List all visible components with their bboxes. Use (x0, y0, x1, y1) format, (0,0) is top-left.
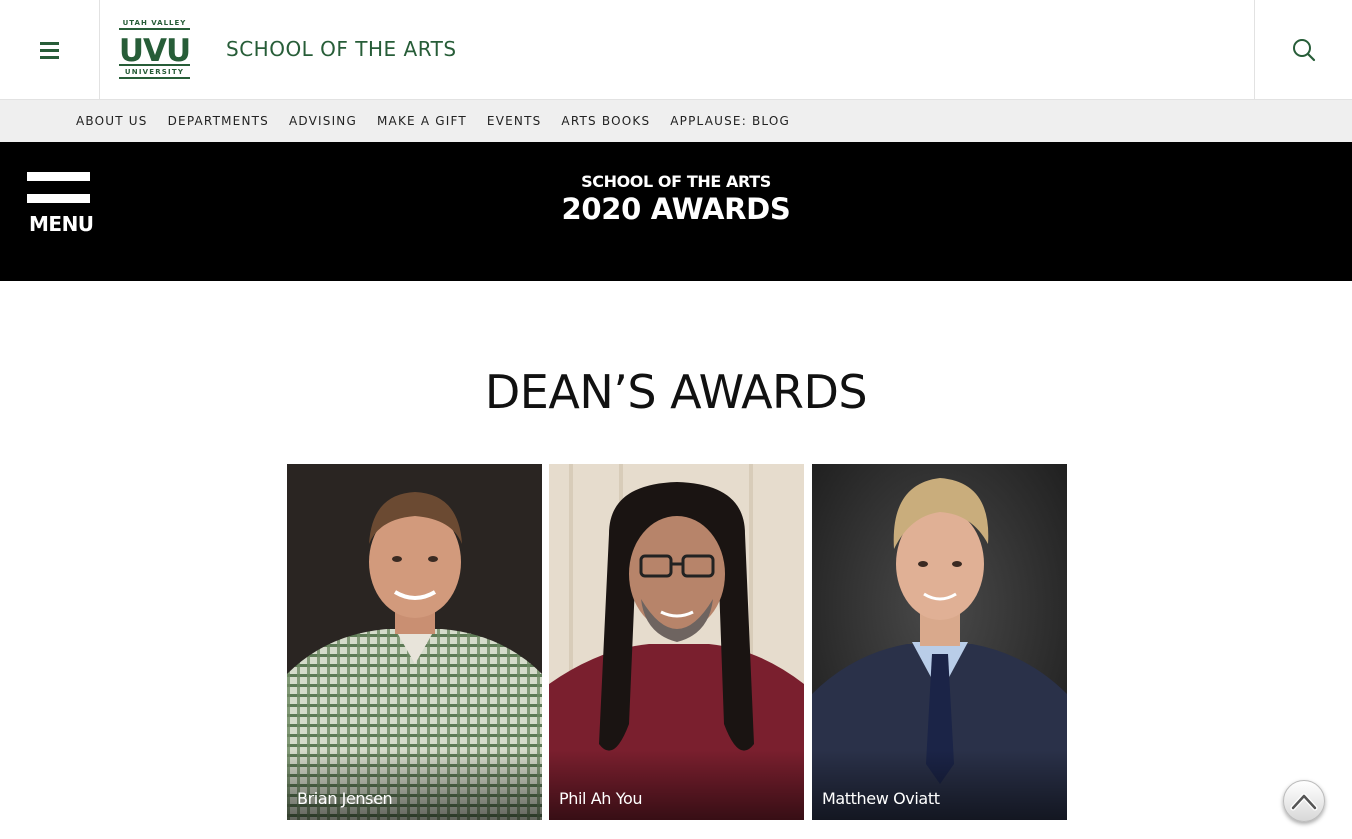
caption-shade (812, 750, 1067, 820)
nav-item-arts-books[interactable]: ARTS BOOKS (561, 114, 650, 128)
nav-item-make-a-gift[interactable]: MAKE A GIFT (377, 114, 467, 128)
search-button[interactable] (1254, 0, 1352, 99)
awardee-card[interactable]: Brian Jensen (287, 464, 542, 820)
caption-shade (287, 750, 542, 820)
nav-item-about-us[interactable]: ABOUT US (76, 114, 148, 128)
logo-top-text: UTAH VALLEY (123, 19, 187, 27)
nav-item-events[interactable]: EVENTS (487, 114, 542, 128)
section-heading: DEAN’S AWARDS (484, 365, 868, 419)
caption-shade (549, 750, 804, 820)
awardee-name: Matthew Oviatt (822, 789, 940, 808)
logo-bottom-text: UNIVERSITY (125, 68, 184, 76)
secondary-nav: ABOUT US DEPARTMENTS ADVISING MAKE A GIF… (0, 100, 1352, 142)
awardee-card[interactable]: Phil Ah You (549, 464, 804, 820)
uvu-logo[interactable]: UTAH VALLEY UVU UNIVERSITY (119, 17, 190, 79)
nav-item-advising[interactable]: ADVISING (289, 114, 357, 128)
hamburger-icon (39, 41, 59, 59)
logo-mark-text: UVU (119, 33, 190, 69)
nav-item-applause-blog[interactable]: APPLAUSE: BLOG (670, 114, 790, 128)
hero-eyebrow: SCHOOL OF THE ARTS (581, 172, 771, 191)
hamburger-menu-button[interactable] (0, 0, 100, 99)
hero-banner: MENU SCHOOL OF THE ARTS 2020 AWARDS (0, 142, 1352, 281)
site-title[interactable]: SCHOOL OF THE ARTS (226, 36, 457, 62)
scroll-to-top-button[interactable] (1283, 780, 1325, 822)
search-icon (1292, 38, 1315, 61)
chevron-up-icon (1290, 793, 1318, 811)
awardee-name: Phil Ah You (559, 789, 643, 808)
awardee-name: Brian Jensen (297, 789, 393, 808)
nav-item-departments[interactable]: DEPARTMENTS (168, 114, 269, 128)
site-header: UTAH VALLEY UVU UNIVERSITY SCHOOL OF THE… (0, 0, 1352, 100)
hero-title: 2020 AWARDS (561, 192, 791, 226)
awardee-card[interactable]: Matthew Oviatt (812, 464, 1067, 820)
